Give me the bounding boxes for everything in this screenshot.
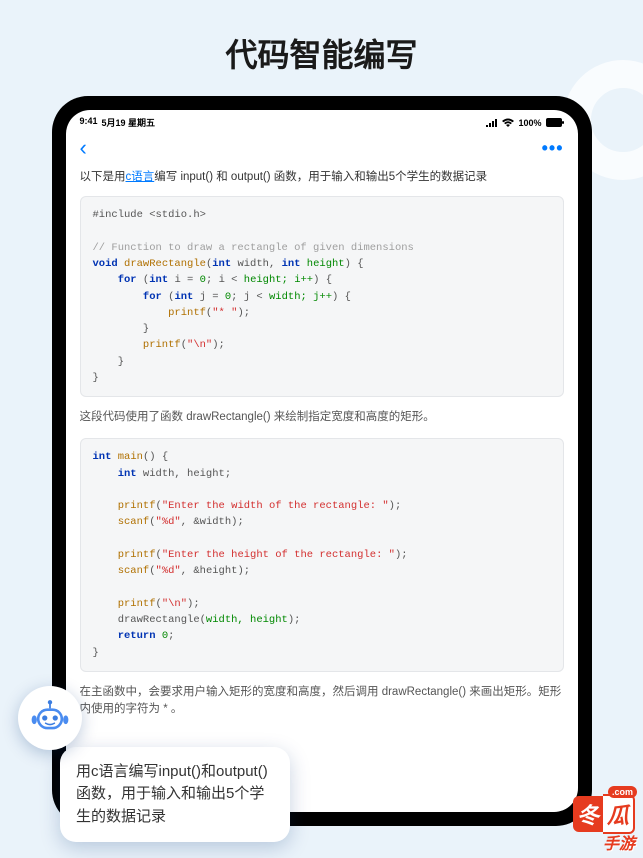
wifi-icon (502, 118, 514, 127)
description-1: 这段代码使用了函数 drawRectangle() 来绘制指定宽度和高度的矩形。 (80, 409, 564, 426)
tablet-screen: 9:41 5月19 星期五 100% ‹ ••• 以下是用c语言编写 input… (66, 110, 578, 812)
status-time: 9:41 (80, 116, 98, 129)
content-area: 以下是用c语言编写 input() 和 output() 函数，用于输入和输出5… (66, 169, 578, 812)
intro-text: 以下是用c语言编写 input() 和 output() 函数，用于输入和输出5… (80, 169, 564, 186)
navigation-bar: ‹ ••• (66, 131, 578, 169)
tablet-device-frame: 9:41 5月19 星期五 100% ‹ ••• 以下是用c语言编写 input… (52, 96, 592, 826)
user-prompt-bubble[interactable]: 用c语言编写input()和output()函数，用于输入和输出5个学生的数据记… (60, 747, 290, 843)
page-title: 代码智能编写 (0, 0, 643, 96)
status-date: 5月19 星期五 (102, 116, 156, 129)
status-bar: 9:41 5月19 星期五 100% (66, 110, 578, 131)
back-button[interactable]: ‹ (80, 135, 87, 161)
signal-icon (486, 119, 498, 127)
c-language-link[interactable]: c语言 (126, 171, 155, 183)
robot-icon (29, 697, 71, 739)
watermark-logo: 冬 瓜.com 手游 (573, 794, 635, 854)
more-button[interactable]: ••• (542, 138, 564, 159)
description-2: 在主函数中，会要求用户输入矩形的宽度和高度，然后调用 drawRectangle… (80, 684, 564, 719)
status-battery-percent: 100% (518, 118, 541, 128)
code-block-2: int main() { int width, height; printf("… (80, 438, 564, 671)
code-block-1: #include <stdio.h> // Function to draw a… (80, 196, 564, 397)
assistant-avatar[interactable] (18, 686, 82, 750)
battery-icon (546, 118, 564, 127)
